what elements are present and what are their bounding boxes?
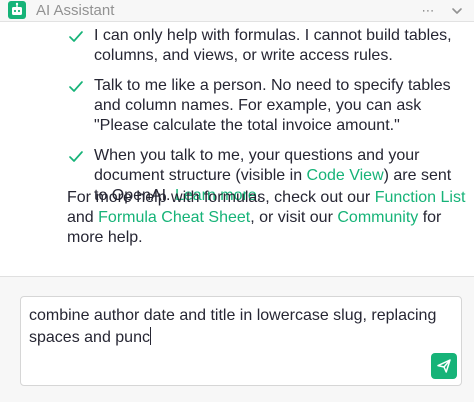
capability-item: I can only help with formulas. I cannot … xyxy=(0,26,474,66)
prompt-input-text[interactable]: combine author date and title in lowerca… xyxy=(29,305,449,349)
ellipsis-icon[interactable]: ⋯ xyxy=(418,2,438,20)
capability-text-part: I can only help with formulas. I cannot … xyxy=(94,27,452,64)
community-link[interactable]: Community xyxy=(337,209,418,226)
capability-text-part: Talk to me like a person. No need to spe… xyxy=(94,77,451,134)
code-view-link[interactable]: Code View xyxy=(307,167,384,184)
more-help-part: and xyxy=(67,209,99,226)
more-help-text: For more help with formulas, check out o… xyxy=(67,188,467,248)
checkmark-icon xyxy=(68,150,84,164)
checkmark-icon xyxy=(68,80,84,94)
chevron-down-icon[interactable] xyxy=(448,2,466,20)
capability-item: Talk to me like a person. No need to spe… xyxy=(0,76,474,136)
send-button[interactable] xyxy=(431,353,457,379)
text-caret xyxy=(149,327,151,345)
function-list-link[interactable]: Function List xyxy=(375,189,466,206)
prompt-input-value: combine author date and title in lowerca… xyxy=(29,307,437,346)
more-help-part: For more help with formulas, check out o… xyxy=(67,189,375,206)
formula-cheat-sheet-link[interactable]: Formula Cheat Sheet xyxy=(98,209,250,226)
checkmark-icon xyxy=(68,30,84,44)
robot-icon xyxy=(8,1,26,19)
send-icon xyxy=(437,359,451,373)
capability-text: I can only help with formulas. I cannot … xyxy=(94,26,464,66)
assistant-message-area: I can only help with formulas. I cannot … xyxy=(0,22,474,276)
prompt-input[interactable]: combine author date and title in lowerca… xyxy=(20,296,462,386)
assistant-header: AI Assistant ⋯ xyxy=(0,0,474,22)
capability-text: Talk to me like a person. No need to spe… xyxy=(94,76,464,136)
panel-title: AI Assistant xyxy=(36,2,115,19)
more-help-part: , or visit our xyxy=(250,209,338,226)
